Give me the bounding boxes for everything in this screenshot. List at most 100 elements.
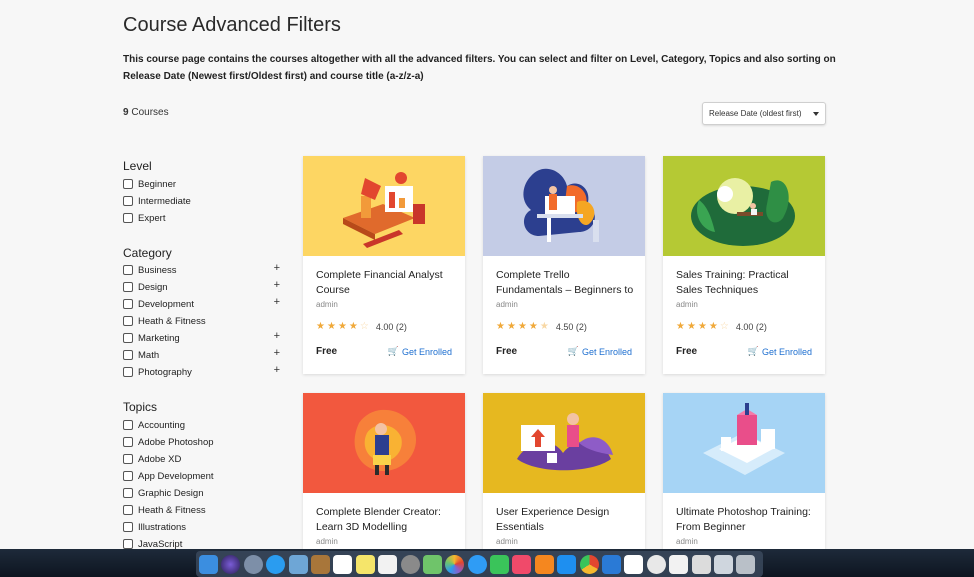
filter-label: Heath & Fitness	[138, 315, 206, 327]
messages-icon[interactable]	[467, 554, 487, 574]
blender-illustration	[354, 409, 417, 475]
checkbox[interactable]	[123, 454, 133, 464]
filter-level-expert[interactable]: Expert	[123, 211, 283, 225]
filter-category-heath-fitness[interactable]: Heath & Fitness	[123, 314, 283, 328]
vscode-icon[interactable]	[602, 554, 622, 574]
checkbox[interactable]	[123, 350, 133, 360]
filter-label: App Development	[138, 470, 214, 482]
course-rating: ★ ★ ★ ★ ★ 4.50 (2)	[496, 321, 587, 332]
stickies-icon[interactable]	[355, 554, 375, 574]
plus-icon[interactable]: +	[274, 262, 280, 274]
checkbox[interactable]	[123, 213, 133, 223]
facetime-icon[interactable]	[490, 554, 510, 574]
checkbox[interactable]	[123, 299, 133, 309]
checkbox[interactable]	[123, 333, 133, 343]
course-card[interactable]: User Experience Design Essentials admin	[483, 393, 645, 553]
checkbox[interactable]	[123, 488, 133, 498]
plus-icon[interactable]: +	[274, 347, 280, 359]
get-enrolled-button[interactable]: 🛒 Get Enrolled	[748, 346, 812, 357]
course-title[interactable]: Sales Training: Practical Sales Techniqu…	[676, 268, 816, 298]
course-title[interactable]: Complete Blender Creator: Learn 3D Model…	[316, 505, 456, 535]
course-card[interactable]: Ultimate Photoshop Training: From Beginn…	[663, 393, 825, 553]
maps-icon[interactable]	[422, 554, 442, 574]
filter-heading-level: Level	[123, 159, 152, 173]
reminders-icon[interactable]	[378, 554, 398, 574]
filter-topic-adobe-photoshop[interactable]: Adobe Photoshop	[123, 435, 283, 449]
course-card[interactable]: Complete Blender Creator: Learn 3D Model…	[303, 393, 465, 553]
plus-icon[interactable]: +	[274, 296, 280, 308]
get-enrolled-button[interactable]: 🛒 Get Enrolled	[568, 346, 632, 357]
checkbox[interactable]	[123, 282, 133, 292]
course-thumbnail[interactable]	[303, 156, 465, 256]
filter-level-beginner[interactable]: Beginner	[123, 177, 283, 191]
filter-topic-app-development[interactable]: App Development	[123, 469, 283, 483]
course-author: admin	[316, 300, 338, 309]
course-title[interactable]: Complete Trello Fundamentals – Beginners…	[496, 268, 636, 298]
course-thumbnail[interactable]	[483, 156, 645, 256]
filter-category-marketing[interactable]: Marketing +	[123, 330, 283, 345]
checkbox[interactable]	[123, 265, 133, 275]
checkbox[interactable]	[123, 316, 133, 326]
course-thumbnail[interactable]	[303, 393, 465, 493]
filter-label: Heath & Fitness	[138, 504, 206, 516]
chrome-icon[interactable]	[579, 554, 599, 574]
checkbox[interactable]	[123, 196, 133, 206]
get-enrolled-button[interactable]: 🛒 Get Enrolled	[388, 346, 452, 357]
appstore-icon[interactable]	[557, 554, 577, 574]
sort-select[interactable]: Release Date (oldest first)	[702, 102, 826, 125]
filter-topic-heath-fitness[interactable]: Heath & Fitness	[123, 503, 283, 517]
screenshot-icon[interactable]	[691, 554, 711, 574]
slack-icon[interactable]	[624, 554, 644, 574]
star-icon: ★	[348, 321, 358, 332]
filter-level-intermediate[interactable]: Intermediate	[123, 194, 283, 208]
filter-topic-graphic-design[interactable]: Graphic Design	[123, 486, 283, 500]
plus-icon[interactable]: +	[274, 279, 280, 291]
launchpad-icon[interactable]	[243, 554, 263, 574]
course-title[interactable]: User Experience Design Essentials	[496, 505, 636, 535]
trash-icon[interactable]	[736, 554, 756, 574]
plus-icon[interactable]: +	[274, 364, 280, 376]
star-half-icon: ★	[539, 321, 549, 332]
filter-category-business[interactable]: Business +	[123, 262, 283, 277]
rating-value: 4.50	[555, 321, 574, 332]
course-thumbnail[interactable]	[663, 156, 825, 256]
books-icon[interactable]	[534, 554, 554, 574]
checkbox[interactable]	[123, 471, 133, 481]
music-icon[interactable]	[512, 554, 532, 574]
notes-icon[interactable]	[310, 554, 330, 574]
checkbox[interactable]	[123, 437, 133, 447]
filter-category-development[interactable]: Development +	[123, 296, 283, 311]
safari-icon[interactable]	[266, 554, 286, 574]
filter-topic-adobe-xd[interactable]: Adobe XD	[123, 452, 283, 466]
siri-icon[interactable]	[221, 554, 241, 574]
course-card[interactable]: Complete Trello Fundamentals – Beginners…	[483, 156, 645, 374]
checkbox[interactable]	[123, 367, 133, 377]
star-icon: ★	[686, 321, 696, 332]
checkbox[interactable]	[123, 522, 133, 532]
course-thumbnail[interactable]	[483, 393, 645, 493]
filter-category-photography[interactable]: Photography +	[123, 364, 283, 379]
course-title[interactable]: Complete Financial Analyst Course	[316, 268, 456, 298]
checkbox[interactable]	[123, 505, 133, 515]
filter-category-math[interactable]: Math +	[123, 347, 283, 362]
course-thumbnail[interactable]	[663, 393, 825, 493]
filter-topic-illustrations[interactable]: Illustrations	[123, 520, 283, 534]
finder-icon[interactable]	[199, 554, 218, 574]
document-icon[interactable]	[669, 554, 689, 574]
preview-icon[interactable]	[288, 554, 308, 574]
checkbox[interactable]	[123, 420, 133, 430]
course-card[interactable]: Complete Financial Analyst Course admin …	[303, 156, 465, 374]
filter-topic-accounting[interactable]: Accounting	[123, 418, 283, 432]
course-card[interactable]: Sales Training: Practical Sales Techniqu…	[663, 156, 825, 374]
folder-icon[interactable]	[713, 554, 733, 574]
checkbox[interactable]	[123, 179, 133, 189]
calendar-icon[interactable]	[333, 554, 353, 574]
filter-category-design[interactable]: Design +	[123, 279, 283, 294]
checkbox[interactable]	[123, 539, 133, 549]
plus-icon[interactable]: +	[274, 330, 280, 342]
photos-icon[interactable]	[445, 554, 465, 574]
evernote-icon[interactable]	[646, 554, 666, 574]
filter-label: JavaScript	[138, 538, 183, 550]
settings-icon[interactable]	[400, 554, 420, 574]
course-title[interactable]: Ultimate Photoshop Training: From Beginn…	[676, 505, 816, 535]
